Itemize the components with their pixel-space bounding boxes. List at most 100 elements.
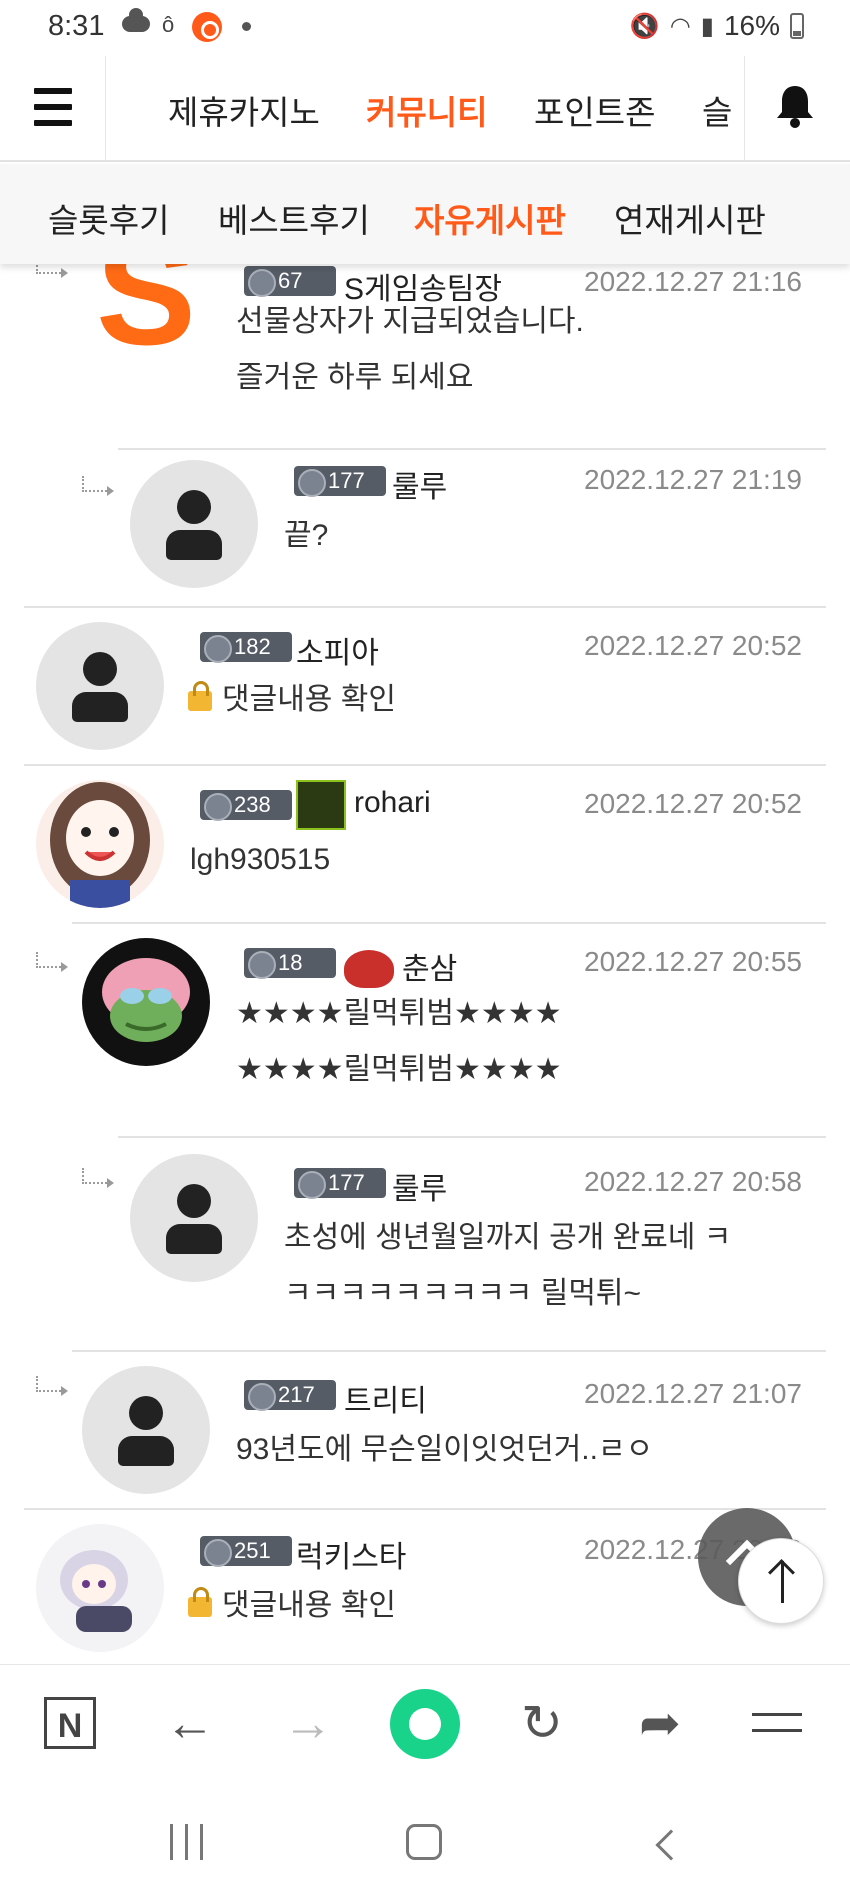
bell-icon — [777, 86, 813, 128]
comment-line: 즐거운 하루 되세요 — [236, 361, 474, 394]
comment-text: 선물상자가 지급되었습니다. 즐거운 하루 되세요 — [236, 294, 584, 406]
comment-text: ★★★★릴먹튀범★★★★ ★★★★릴먹튀범★★★★ — [236, 986, 562, 1098]
avatar[interactable] — [82, 938, 210, 1066]
cloud-icon — [122, 8, 150, 32]
level-badge: 177 — [294, 1168, 386, 1199]
status-time: 8:31 — [48, 10, 105, 42]
lock-icon — [188, 1587, 212, 1617]
svg-text:S: S — [96, 264, 196, 362]
reply-arrow-icon — [82, 1168, 114, 1188]
subtab-free-board[interactable]: 자유게시판 — [414, 194, 566, 242]
avatar[interactable] — [130, 460, 258, 588]
subtab-serial-board[interactable]: 연재게시판 — [614, 194, 766, 242]
pepe-avatar-icon — [102, 958, 190, 1042]
lock-icon — [188, 681, 212, 711]
comment-text: 댓글내용 확인 — [188, 672, 396, 728]
forward-arrow-icon[interactable]: → — [278, 1693, 338, 1753]
comment-date: 2022.12.27 20:52 — [584, 630, 802, 661]
locked-comment[interactable]: 댓글내용 확인 — [188, 672, 396, 728]
subtab-slot-review[interactable]: 슬롯후기 — [48, 194, 169, 242]
app-notification-icon — [192, 12, 222, 42]
top-nav-tabs: 제휴카지노 커뮤니티 포인트존 슬 — [106, 56, 744, 160]
back-button[interactable] — [655, 1829, 687, 1861]
avatar[interactable] — [36, 1524, 164, 1652]
comment-date: 2022.12.27 20:52 — [584, 788, 802, 819]
comment-date: 2022.12.27 20:58 — [584, 1166, 802, 1197]
tab-community[interactable]: 커뮤니티 — [366, 86, 487, 134]
comment-text: 93년도에 무슨일이잇엇던거..ㄹㅇ — [236, 1422, 653, 1478]
reply-arrow-icon — [36, 1376, 68, 1396]
comment-item: 182 소피아 2022.12.27 20:52 댓글내용 확인 — [0, 608, 850, 764]
locked-comment[interactable]: 댓글내용 확인 — [188, 1578, 396, 1634]
comment-date: 2022.12.27 21:19 — [584, 464, 802, 495]
avatar[interactable] — [36, 622, 164, 750]
level-badge: 182 — [200, 632, 292, 663]
naver-home-button[interactable]: N — [44, 1697, 96, 1749]
comment-text: 초성에 생년월일까지 공개 완료네 ㅋ ㅋㅋㅋㅋㅋㅋㅋㅋㅋ 릴먹튀~ — [284, 1210, 731, 1322]
avatar[interactable]: S — [82, 264, 210, 362]
reply-arrow-icon — [36, 264, 68, 278]
avatar[interactable] — [82, 1366, 210, 1494]
avatar[interactable] — [130, 1154, 258, 1282]
comment-line: ★★★★릴먹튀범★★★★ — [236, 997, 562, 1030]
level-badge: 238 — [200, 790, 292, 821]
browser-menu-button[interactable] — [746, 1693, 806, 1753]
comment-date: 2022.12.27 21:07 — [584, 1378, 802, 1409]
comment-line: 초성에 생년월일까지 공개 완료네 ㅋ — [284, 1221, 732, 1254]
emblem-icon — [344, 950, 394, 988]
share-icon[interactable]: ➦ — [630, 1693, 690, 1753]
menu-button[interactable] — [0, 56, 106, 160]
refresh-icon[interactable]: ↻ — [512, 1693, 572, 1753]
scroll-top-button[interactable] — [738, 1538, 824, 1624]
browser-toolbar: N ← → ↻ ➦ — [0, 1664, 850, 1784]
s-logo-icon: S — [96, 264, 196, 362]
comment-nick[interactable]: 룰루 — [392, 462, 447, 506]
comment-text: lgh930515 — [190, 832, 330, 888]
level-badge: 177 — [294, 466, 386, 497]
tab-slot[interactable]: 슬 — [702, 86, 732, 134]
comment-item: 177 룰루 2022.12.27 20:58 초성에 생년월일까지 공개 완료… — [0, 1138, 850, 1350]
green-dot-button[interactable] — [390, 1689, 460, 1759]
subtab-best-review[interactable]: 베스트후기 — [218, 194, 370, 242]
wifi-icon: ◠ — [669, 12, 691, 40]
level-badge: 67 — [244, 266, 336, 297]
battery-icon — [790, 13, 804, 39]
comment-nick[interactable]: 춘삼 — [402, 944, 457, 988]
top-nav: 제휴카지노 커뮤니티 포인트존 슬 — [0, 56, 850, 162]
level-badge: 18 — [244, 948, 336, 979]
notification-button[interactable] — [744, 56, 850, 160]
level-badge: 251 — [200, 1536, 292, 1567]
comment-item: 18 춘삼 2022.12.27 20:55 ★★★★릴먹튀범★★★★ ★★★★… — [0, 924, 850, 1136]
comment-nick[interactable]: 룰루 — [392, 1164, 447, 1208]
locked-label: 댓글내용 확인 — [222, 1589, 396, 1622]
status-bar: 8:31 ô 🔇 ◠ ▮ 16% — [0, 0, 850, 56]
comment-nick[interactable]: 소피아 — [296, 628, 379, 672]
tab-partner-casino[interactable]: 제휴카지노 — [168, 86, 320, 134]
comment-date: 2022.12.27 20:55 — [584, 946, 802, 977]
comment-item: 217 트리티 2022.12.27 21:07 93년도에 무슨일이잇엇던거.… — [0, 1352, 850, 1508]
tab-point-zone[interactable]: 포인트존 — [534, 86, 655, 134]
mute-icon: 🔇 — [629, 12, 660, 40]
comment-nick[interactable]: 럭키스타 — [296, 1532, 406, 1576]
system-nav — [0, 1784, 850, 1895]
comment-line: lgh930515 — [190, 843, 331, 876]
sub-nav: 슬롯후기 베스트후기 자유게시판 연재게시판 — [0, 164, 850, 264]
back-arrow-icon[interactable]: ← — [160, 1693, 220, 1753]
comment-date: 2022.12.27 21:16 — [584, 266, 802, 297]
comment-item: S 67 S게임송팀장 2022.12.27 21:16 선물상자가 지급되었습… — [0, 264, 850, 448]
comment-line: 93년도에 무슨일이잇엇던거..ㄹㅇ — [236, 1433, 654, 1466]
locked-label: 댓글내용 확인 — [222, 683, 396, 716]
comment-nick[interactable]: rohari — [354, 786, 431, 820]
comment-nick[interactable]: 트리티 — [344, 1376, 427, 1420]
comment-list: S 67 S게임송팀장 2022.12.27 21:16 선물상자가 지급되었습… — [0, 264, 850, 1664]
recent-apps-button[interactable] — [170, 1824, 215, 1874]
signal-icon: ▮ — [700, 12, 714, 40]
member-emblem-icon — [296, 780, 346, 830]
anime-avatar-icon — [50, 782, 150, 908]
comment-line: 끝? — [284, 519, 329, 552]
reply-arrow-icon — [82, 476, 114, 496]
avatar[interactable] — [36, 780, 164, 908]
reply-arrow-icon — [36, 952, 68, 972]
comment-line: ㅋㅋㅋㅋㅋㅋㅋㅋㅋ 릴먹튀~ — [284, 1277, 642, 1310]
home-button[interactable] — [406, 1824, 442, 1860]
